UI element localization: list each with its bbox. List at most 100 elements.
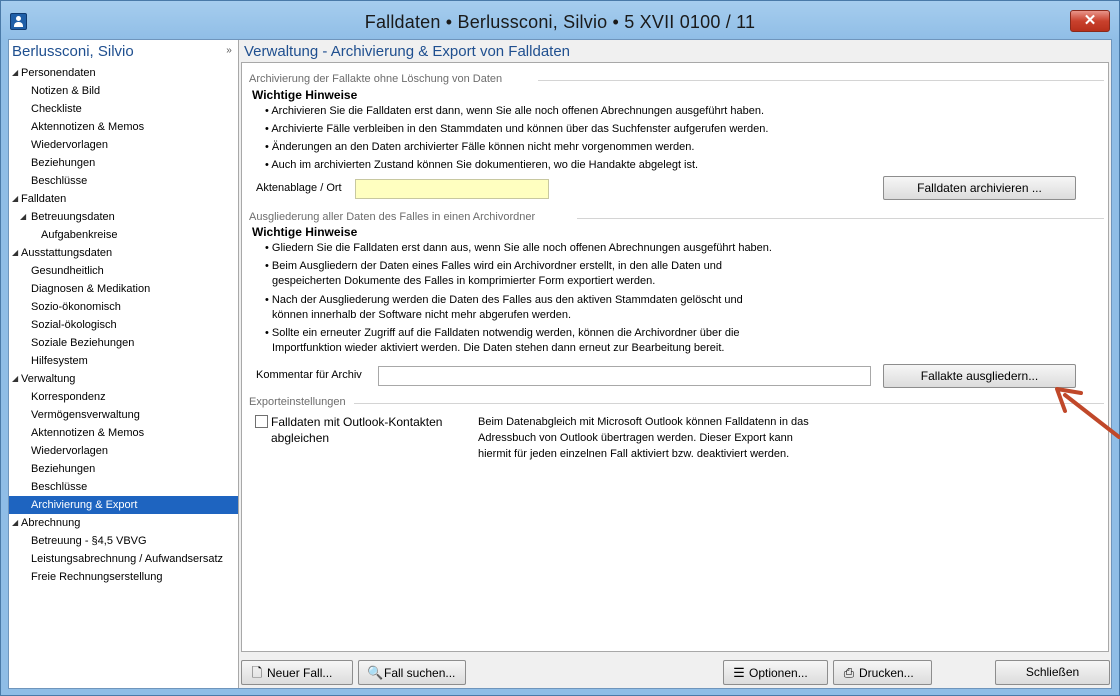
navigation-sidebar: Berlussconi, Silvio » ◢ Personendaten Noti… xyxy=(9,40,239,688)
sidebar-item[interactable]: Wiedervorlagen xyxy=(9,136,238,154)
sidebar-item-label: Leistungsabrechnung / Aufwandsersatz xyxy=(31,553,224,565)
sidebar-item[interactable]: Notizen & Bild xyxy=(9,82,238,100)
window-title: Falldaten • Berlussconi, Silvio • 5 XVII… xyxy=(364,12,756,32)
export-section-divider xyxy=(354,403,1104,404)
sidebar-item[interactable]: Sozio-ökonomisch xyxy=(9,298,238,316)
sidebar-item-label: Beziehungen xyxy=(31,463,96,475)
sidebar-item[interactable]: Freie Rechnungserstellung xyxy=(9,568,238,586)
extract-hint: Gliedern Sie die Falldaten erst dann aus… xyxy=(272,241,772,256)
sidebar-item[interactable]: Vermögensverwaltung xyxy=(9,406,238,424)
sidebar-item[interactable]: Hilfesystem xyxy=(9,352,238,370)
sidebar-item-label: Ausstattungsdaten xyxy=(21,247,113,259)
sidebar-item[interactable]: ◢ Falldaten xyxy=(9,190,238,208)
magnifier-icon: 🔍 xyxy=(367,665,384,680)
sidebar-item-label: Wiedervorlagen xyxy=(31,139,109,151)
new-case-button[interactable]: 🗋 Neuer Fall... xyxy=(241,660,353,685)
sidebar-item-label: Sozio-ökonomisch xyxy=(31,301,121,313)
location-field[interactable] xyxy=(355,179,549,199)
sidebar-item[interactable]: ◢ Ausstattungsdaten xyxy=(9,244,238,262)
client-area: Berlussconi, Silvio » ◢ Personendaten Noti… xyxy=(8,39,1112,689)
title-bar: Falldaten • Berlussconi, Silvio • 5 XVII… xyxy=(1,1,1119,39)
outlook-sync-description: Adressbuch von Outlook übertragen werden… xyxy=(478,432,793,444)
extract-hint: Nach der Ausgliederung werden die Daten … xyxy=(272,293,743,308)
sidebar-item-label: Freie Rechnungserstellung xyxy=(31,571,163,583)
archive-comment-field[interactable] xyxy=(378,366,871,386)
main-content: Verwaltung - Archivierung & Export von F… xyxy=(241,40,1111,688)
tree-expand-icon[interactable]: ◢ xyxy=(12,190,22,208)
tree-expand-icon[interactable]: ◢ xyxy=(12,244,22,262)
location-label: Aktenablage / Ort xyxy=(256,182,342,194)
sidebar-item-label: Diagnosen & Medikation xyxy=(31,283,151,295)
sidebar-item[interactable]: Soziale Beziehungen xyxy=(9,334,238,352)
sidebar-item[interactable]: Beschlüsse xyxy=(9,172,238,190)
sidebar-item-label: Aktennotizen & Memos xyxy=(31,427,145,439)
extract-hint-continuation: Importfunktion wieder aktiviert werden. … xyxy=(272,342,725,354)
search-case-label: Fall suchen... xyxy=(384,666,456,680)
sidebar-item[interactable]: Leistungsabrechnung / Aufwandsersatz xyxy=(9,550,238,568)
sidebar-item[interactable]: Betreuung - §4,5 VBVG xyxy=(9,532,238,550)
extract-case-button[interactable]: Fallakte ausgliedern... xyxy=(883,364,1076,388)
options-icon: ☰ xyxy=(733,665,745,680)
sidebar-client-name: Berlussconi, Silvio xyxy=(12,43,134,60)
sidebar-item-label: Beschlüsse xyxy=(31,481,88,493)
search-case-button[interactable]: 🔍Fall suchen... xyxy=(358,660,466,685)
archive-section-title: Archivierung der Fallakte ohne Löschung … xyxy=(249,73,503,85)
sidebar-item[interactable]: Gesundheitlich xyxy=(9,262,238,280)
sidebar-item-label: Betreuungsdaten xyxy=(31,211,115,223)
sidebar-item[interactable]: Aufgabenkreise xyxy=(9,226,238,244)
sidebar-item[interactable]: Aktennotizen & Memos xyxy=(9,118,238,136)
close-dialog-button[interactable]: Schließen xyxy=(995,660,1110,685)
sidebar-item[interactable]: Archivierung & Export xyxy=(9,496,238,514)
sidebar-item[interactable]: ◢ Betreuungsdaten xyxy=(9,208,238,226)
archive-hint: Archivieren Sie die Falldaten erst dann,… xyxy=(271,104,764,119)
sidebar-item[interactable]: Sozial-ökologisch xyxy=(9,316,238,334)
new-document-icon: 🗋 xyxy=(251,665,263,680)
outlook-sync-description: Beim Datenabgleich mit Microsoft Outlook… xyxy=(478,416,809,428)
archive-hints-title: Wichtige Hinweise xyxy=(252,88,358,102)
sidebar-item[interactable]: Diagnosen & Medikation xyxy=(9,280,238,298)
options-button[interactable]: ☰ Optionen... xyxy=(723,660,828,685)
sidebar-item[interactable]: ◢ Verwaltung xyxy=(9,370,238,388)
outlook-sync-label[interactable]: Falldaten mit Outlook-Kontakten xyxy=(271,414,442,430)
extract-hint-continuation: gespeicherten Dokumente des Falles in ko… xyxy=(272,275,656,287)
window-close-button[interactable]: ✕ xyxy=(1070,10,1110,32)
sidebar-item[interactable]: Beziehungen xyxy=(9,154,238,172)
sidebar-item-label: Abrechnung xyxy=(21,517,81,529)
extract-hint: Beim Ausgliedern der Daten eines Falles … xyxy=(272,259,722,274)
archive-hint: Auch im archivierten Zustand können Sie … xyxy=(271,158,698,173)
sidebar-item[interactable]: Beschlüsse xyxy=(9,478,238,496)
sidebar-item[interactable]: Korrespondenz xyxy=(9,388,238,406)
tree-expand-icon[interactable]: ◢ xyxy=(12,370,22,388)
sidebar-item-label: Hilfesystem xyxy=(31,355,88,367)
sidebar-item-label: Checkliste xyxy=(31,103,82,115)
sidebar-item-label: Personendaten xyxy=(21,67,96,79)
tree-expand-icon[interactable]: ◢ xyxy=(20,208,30,226)
outlook-sync-checkbox[interactable] xyxy=(255,415,268,428)
archive-section-divider xyxy=(538,80,1104,81)
tree-expand-icon[interactable]: ◢ xyxy=(12,514,22,532)
sidebar-item-label: Betreuung - §4,5 VBVG xyxy=(31,535,147,547)
sidebar-item[interactable]: Aktennotizen & Memos xyxy=(9,424,238,442)
sidebar-item[interactable]: ◢ Abrechnung xyxy=(9,514,238,532)
archive-hint: Archivierte Fälle verbleiben in den Stam… xyxy=(271,122,768,137)
archive-comment-label: Kommentar für Archiv xyxy=(256,369,362,381)
sidebar-item-label: Falldaten xyxy=(21,193,67,205)
sidebar-item-label: Aktennotizen & Memos xyxy=(31,121,145,133)
print-label: Drucken... xyxy=(859,666,914,680)
outlook-sync-label[interactable]: abgleichen xyxy=(271,430,329,446)
extract-hint-continuation: können innerhalb der Software nicht mehr… xyxy=(272,309,572,321)
sidebar-item[interactable]: Checkliste xyxy=(9,100,238,118)
printer-icon: ⎙ xyxy=(843,665,855,680)
sidebar-item-label: Beziehungen xyxy=(31,157,96,169)
print-button[interactable]: ⎙ Drucken... xyxy=(833,660,932,685)
collapse-chevron-icon[interactable]: » xyxy=(223,44,235,58)
tree-expand-icon[interactable]: ◢ xyxy=(12,64,22,82)
sidebar-item[interactable]: Beziehungen xyxy=(9,460,238,478)
sidebar-item[interactable]: Wiedervorlagen xyxy=(9,442,238,460)
extract-section-divider xyxy=(577,218,1104,219)
outlook-sync-description: hiermit für jeden einzelnen Fall aktivie… xyxy=(478,448,790,460)
sidebar-item[interactable]: ◢ Personendaten xyxy=(9,64,238,82)
sidebar-header: Berlussconi, Silvio » xyxy=(9,40,238,62)
archive-case-button[interactable]: Falldaten archivieren ... xyxy=(883,176,1076,200)
options-label: Optionen... xyxy=(749,666,808,680)
